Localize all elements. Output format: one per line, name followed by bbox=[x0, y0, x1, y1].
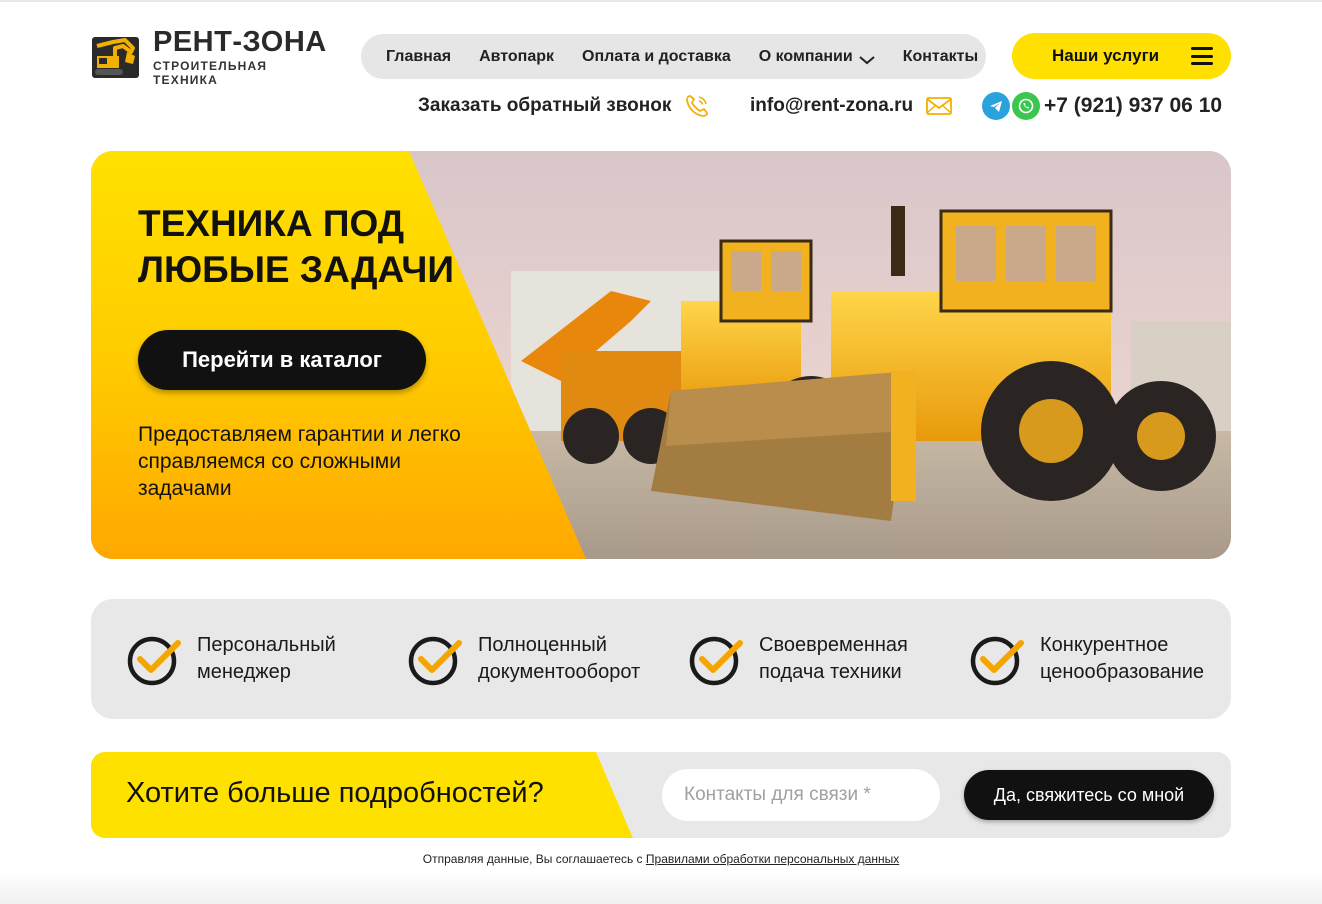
cta-title: Хотите больше подробностей? bbox=[126, 777, 544, 809]
catalog-button[interactable]: Перейти в каталог bbox=[138, 330, 426, 390]
top-border bbox=[0, 0, 1322, 2]
feature-item: Своевременная подача техники bbox=[653, 631, 934, 687]
nav-item-fleet[interactable]: Автопарк bbox=[479, 48, 554, 66]
feature-line: менеджер bbox=[197, 661, 291, 683]
privacy-policy-link[interactable]: Правилами обработки персональных данных bbox=[646, 852, 899, 866]
checkmark-circle-icon bbox=[407, 631, 463, 687]
feature-line: Полноценный bbox=[478, 634, 607, 656]
feature-item: Персональный менеджер bbox=[91, 631, 372, 687]
checkmark-circle-icon bbox=[688, 631, 744, 687]
checkmark-circle-icon bbox=[969, 631, 1025, 687]
feature-line: ценообразование bbox=[1040, 661, 1205, 683]
whatsapp-icon[interactable] bbox=[1012, 92, 1040, 120]
nav-item-about-label: О компании bbox=[758, 47, 853, 65]
feature-line: Конкурентное bbox=[1040, 634, 1169, 656]
page-bottom-fade bbox=[0, 872, 1322, 904]
callback-link[interactable]: Заказать обратный звонок bbox=[418, 90, 711, 122]
phone-block: +7 (921) 937 06 10 bbox=[982, 90, 1222, 122]
email-address: info@rent-zona.ru bbox=[750, 95, 914, 116]
telegram-icon[interactable] bbox=[982, 92, 1010, 120]
callback-label: Заказать обратный звонок bbox=[418, 95, 672, 116]
hamburger-icon bbox=[1191, 47, 1213, 65]
mail-icon bbox=[925, 95, 953, 117]
contact-input[interactable] bbox=[662, 769, 940, 821]
feature-line: документооборот bbox=[478, 661, 641, 683]
checkmark-circle-icon bbox=[126, 631, 182, 687]
chevron-down-icon bbox=[859, 52, 875, 64]
main-nav: Главная Автопарк Оплата и доставка О ком… bbox=[361, 34, 986, 79]
services-label: Наши услуги bbox=[1052, 46, 1160, 65]
hero-title: ТЕХНИКА ПОД ЛЮБЫЕ ЗАДАЧИ bbox=[138, 203, 455, 290]
feature-item: Полноценный документооборот bbox=[372, 631, 653, 687]
nav-item-about[interactable]: О компании bbox=[759, 48, 875, 66]
excavator-logo-icon bbox=[91, 34, 141, 80]
logo-title: РЕНТ-ЗОНА bbox=[153, 26, 327, 58]
nav-item-contacts[interactable]: Контакты bbox=[903, 48, 978, 66]
services-menu-button[interactable]: Наши услуги bbox=[1012, 33, 1231, 79]
nav-item-home[interactable]: Главная bbox=[386, 48, 451, 66]
submit-contact-button[interactable]: Да, свяжитесь со мной bbox=[964, 770, 1214, 820]
feature-line: подача техники bbox=[759, 661, 902, 683]
feature-line: Своевременная bbox=[759, 634, 908, 656]
hero-description: Предоставляем гарантии и легко справляем… bbox=[138, 423, 461, 500]
feature-line: Персональный bbox=[197, 634, 336, 656]
nav-item-payment-delivery[interactable]: Оплата и доставка bbox=[582, 48, 731, 66]
phone-number[interactable]: +7 (921) 937 06 10 bbox=[1044, 94, 1222, 118]
logo-tagline: СТРОИТЕЛЬНАЯ ТЕХНИКА bbox=[153, 59, 268, 87]
consent-note: Отправляя данные, Вы соглашаетесь с Прав… bbox=[0, 852, 1322, 866]
email-link[interactable]: info@rent-zona.ru bbox=[750, 90, 953, 122]
phone-call-icon bbox=[683, 92, 711, 120]
consent-text: Отправляя данные, Вы соглашаетесь с bbox=[422, 852, 646, 866]
hero-banner: ТЕХНИКА ПОД ЛЮБЫЕ ЗАДАЧИ Перейти в катал… bbox=[91, 151, 1231, 559]
contact-form: Хотите больше подробностей? Да, свяжитес… bbox=[91, 752, 1231, 838]
logo[interactable]: РЕНТ-ЗОНА СТРОИТЕЛЬНАЯ ТЕХНИКА bbox=[91, 27, 331, 87]
feature-item: Конкурентное ценообразование bbox=[934, 631, 1215, 687]
features-bar: Персональный менеджер Полноценный документ… bbox=[91, 599, 1231, 719]
